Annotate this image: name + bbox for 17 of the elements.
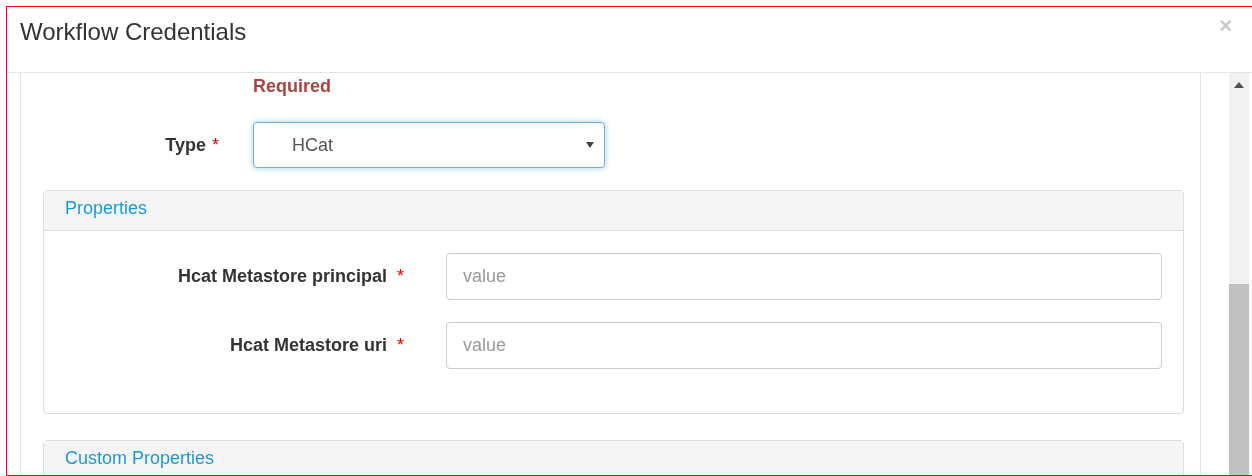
required-mark: * [397, 266, 404, 287]
caret-icon [586, 142, 594, 148]
field-label: Hcat Metastore uri [229, 335, 387, 356]
panel-title: Properties [65, 198, 148, 219]
required-mark: * [397, 335, 404, 356]
dialog-title: Workflow Credentials [20, 17, 247, 47]
field-label: Hcat Metastore principal [177, 266, 387, 287]
validation-error: Required [253, 76, 331, 97]
type-select[interactable]: HCat [253, 122, 605, 168]
scroll-thumb[interactable] [1229, 284, 1249, 475]
scroll-up-icon[interactable] [1234, 82, 1244, 88]
field-label: Type [165, 134, 206, 156]
required-mark: * [212, 134, 219, 156]
scrollbar[interactable] [1229, 73, 1249, 475]
input-field[interactable]: value [446, 253, 1162, 300]
input-field[interactable]: value [446, 322, 1162, 369]
panel-title: Custom Properties [65, 448, 215, 469]
